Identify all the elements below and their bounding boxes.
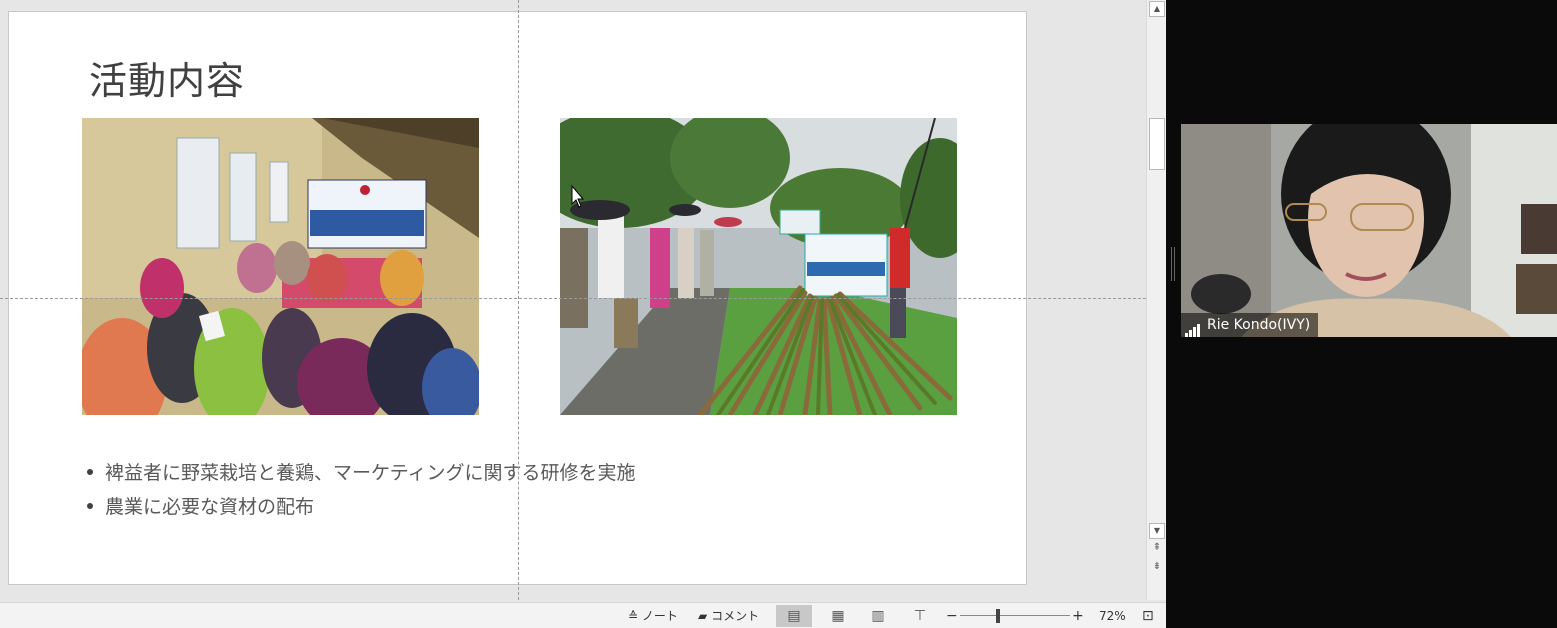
notes-icon: ≙ [628,609,639,623]
training-session-image [82,118,479,415]
training-session-photo[interactable] [82,118,479,415]
scroll-down-button[interactable]: ▼ [1149,523,1165,539]
notes-label: ノート [641,609,678,623]
bullet-list[interactable]: 裨益者に野菜栽培と養鶏、マーケティングに関する研修を実施 農業に必要な資材の配布 [87,456,635,524]
slideshow-button[interactable]: ⊤ [902,605,938,627]
bullet-dot [87,468,93,475]
reading-view-icon: ▥ [871,608,885,624]
bullet-dot [87,502,93,509]
plus-icon: + [1072,608,1084,624]
comment-icon: ▰ [698,609,708,623]
notes-button[interactable]: ≙ ノート [628,603,678,628]
vertical-scrollbar[interactable]: ▲ ▼ ⇞ ⇟ [1146,0,1166,600]
slide-sorter-icon: ▦ [831,608,845,624]
next-slide-icon[interactable]: ⇟ [1150,560,1164,574]
participant-video[interactable]: Rie Kondo(IVY) [1181,124,1557,337]
bullet-item: 農業に必要な資材の配布 [87,490,635,524]
bullet-text: 裨益者に野菜栽培と養鶏、マーケティングに関する研修を実施 [105,462,636,484]
material-distribution-image [560,118,957,415]
zoom-slider[interactable] [960,603,1070,628]
previous-slide-icon[interactable]: ⇞ [1150,541,1164,555]
zoom-level[interactable]: 72% [1099,603,1126,628]
slide-sorter-view-button[interactable]: ▦ [820,605,856,627]
scrollbar-thumb[interactable] [1149,118,1165,170]
normal-view-icon: ▤ [787,608,801,624]
comments-label: コメント [711,609,760,623]
scroll-up-button[interactable]: ▲ [1149,1,1165,17]
slideshow-icon: ⊤ [913,608,927,624]
mouse-cursor-icon [571,184,585,208]
fit-to-window-button[interactable]: ⊡ [1142,603,1154,628]
fit-window-icon: ⊡ [1142,608,1154,624]
horizontal-guide-line [0,298,1146,299]
slide-title[interactable]: 活動内容 [89,50,245,105]
zoom-out-button[interactable]: − [946,603,958,628]
zoom-in-button[interactable]: + [1072,603,1084,628]
bullet-item: 裨益者に野菜栽培と養鶏、マーケティングに関する研修を実施 [87,456,635,490]
comments-button[interactable]: ▰ コメント [698,603,759,628]
minus-icon: − [946,608,958,624]
participant-name: Rie Kondo(IVY) [1207,317,1311,333]
participant-video-feed [1181,124,1557,337]
vertical-guide-line [518,0,519,600]
bullet-text: 農業に必要な資材の配布 [105,496,315,518]
normal-view-button[interactable]: ▤ [776,605,812,627]
participant-name-label: Rie Kondo(IVY) [1181,313,1319,337]
reading-view-button[interactable]: ▥ [860,605,896,627]
status-bar: ≙ ノート ▰ コメント ▤ ▦ ▥ ⊤ − + 72% ⊡ [0,602,1166,628]
slide-editor: 活動内容 裨益者に野菜栽培と養鶏、マーケティングに関する研修を実施 農業に必要な… [0,0,1166,628]
zoom-slider-track [960,615,1070,616]
signal-strength-icon [1185,313,1201,337]
material-distribution-photo[interactable] [560,118,957,415]
panel-resize-handle[interactable] [1171,247,1175,281]
zoom-slider-thumb[interactable] [996,609,1000,623]
